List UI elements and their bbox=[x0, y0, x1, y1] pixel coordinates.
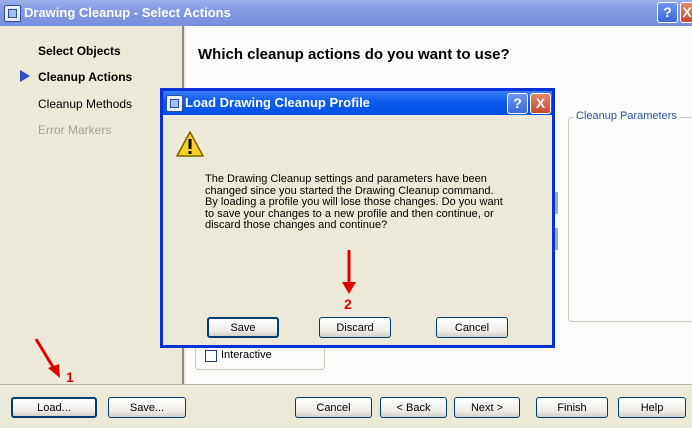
dialog-help-button[interactable]: ? bbox=[507, 93, 528, 114]
nav-item-select-objects[interactable]: Select Objects bbox=[38, 44, 121, 58]
dialog-save-button[interactable]: Save bbox=[207, 317, 279, 338]
annotation-marker-1: 1 bbox=[66, 369, 74, 385]
nav-item-error-markers: Error Markers bbox=[38, 123, 112, 137]
dialog-discard-button[interactable]: Discard bbox=[319, 317, 391, 338]
dialog-close-button[interactable]: X bbox=[530, 93, 551, 114]
cancel-button[interactable]: Cancel bbox=[295, 397, 372, 418]
next-button[interactable]: Next > bbox=[454, 397, 520, 418]
window-close-button[interactable]: X bbox=[680, 2, 692, 23]
save-profile-button[interactable]: Save... bbox=[108, 397, 186, 418]
dialog-title: Load Drawing Cleanup Profile bbox=[185, 95, 370, 110]
load-profile-dialog: Load Drawing Cleanup Profile ? X The Dra… bbox=[160, 88, 555, 348]
dialog-titlebar: Load Drawing Cleanup Profile bbox=[163, 91, 552, 115]
window-titlebar: Drawing Cleanup - Select Actions bbox=[0, 0, 692, 26]
list-scroll-edge bbox=[555, 228, 558, 250]
annotation-marker-2: 2 bbox=[344, 296, 352, 312]
page-heading: Which cleanup actions do you want to use… bbox=[198, 46, 510, 63]
dialog-message: The Drawing Cleanup settings and paramet… bbox=[205, 173, 503, 231]
nav-item-cleanup-methods[interactable]: Cleanup Methods bbox=[38, 97, 132, 111]
dialog-cancel-button[interactable]: Cancel bbox=[436, 317, 508, 338]
back-button[interactable]: < Back bbox=[380, 397, 447, 418]
window-title: Drawing Cleanup - Select Actions bbox=[24, 5, 231, 20]
current-step-arrow-icon bbox=[20, 70, 30, 82]
cleanup-parameters-group bbox=[568, 117, 692, 322]
interactive-checkbox[interactable] bbox=[205, 350, 217, 362]
interactive-label: Interactive bbox=[221, 349, 272, 361]
dialog-app-icon bbox=[166, 95, 183, 112]
list-scroll-edge bbox=[555, 192, 558, 214]
finish-button[interactable]: Finish bbox=[536, 397, 608, 418]
window-help-button[interactable]: ? bbox=[657, 2, 678, 23]
cleanup-parameters-label: Cleanup Parameters bbox=[574, 110, 679, 122]
app-icon bbox=[4, 5, 21, 22]
nav-item-cleanup-actions[interactable]: Cleanup Actions bbox=[38, 70, 132, 84]
warning-icon bbox=[176, 131, 204, 157]
load-button[interactable]: Load... bbox=[11, 397, 97, 418]
help-button[interactable]: Help bbox=[618, 397, 686, 418]
